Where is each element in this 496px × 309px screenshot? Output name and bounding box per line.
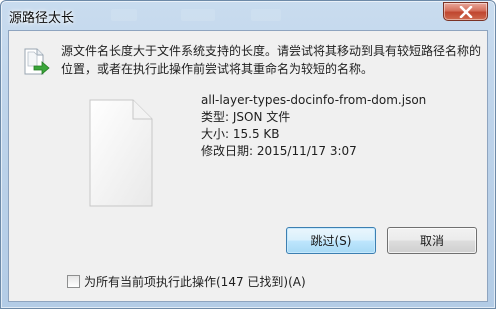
apply-to-all-label[interactable]: 为所有当前项执行此操作(147 已找到)(A) [84, 273, 306, 290]
move-file-icon [24, 48, 50, 75]
skip-button[interactable]: 跳过(S) [286, 227, 376, 254]
blank-document-icon [89, 99, 153, 207]
background-tab [181, 9, 215, 21]
file-name: all-layer-types-docinfo-from-dom.json [201, 93, 427, 107]
apply-to-all-checkbox[interactable] [67, 274, 80, 288]
close-button[interactable] [443, 2, 488, 21]
window-title: 源路径太长 [9, 11, 75, 26]
cancel-button[interactable]: 取消 [387, 227, 477, 254]
background-tab [251, 9, 281, 21]
title-bar[interactable]: 源路径太长 [1, 1, 495, 29]
file-modified-date: 修改日期: 2015/11/17 3:07 [201, 144, 357, 158]
close-icon [459, 6, 473, 18]
error-message: 源文件名长度大于文件系统支持的长度。请尝试将其移动到具有较短路径名称的位置，或者… [61, 44, 482, 76]
file-size: 大小: 15.5 KB [201, 127, 280, 141]
file-type: 类型: JSON 文件 [201, 110, 291, 124]
background-tab [111, 9, 137, 21]
apply-to-all-option[interactable]: 为所有当前项执行此操作(147 已找到)(A) [67, 273, 306, 289]
dialog-body: 源文件名长度大于文件系统支持的长度。请尝试将其移动到具有较短路径名称的位置，或者… [8, 30, 488, 302]
dialog-window: 源路径太长 源文件名长度大于文件系统支持的长度。请尝试将其移动到具有较短路径名称… [0, 0, 496, 309]
file-details: all-layer-types-docinfo-from-dom.json 类型… [201, 92, 426, 160]
